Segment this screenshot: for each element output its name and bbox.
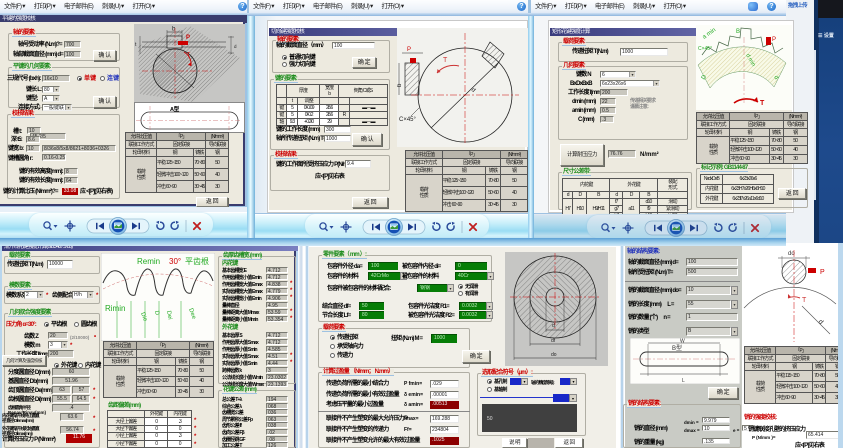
svg-text:B: B xyxy=(736,29,740,35)
svg-text:30°: 30° xyxy=(169,257,181,266)
svg-text:C×45°: C×45° xyxy=(399,117,417,123)
svg-text:W: W xyxy=(680,339,685,345)
svg-text:L: L xyxy=(682,378,685,384)
svg-text:P: P xyxy=(407,47,411,53)
svg-text:Remin: Remin xyxy=(137,257,160,266)
svg-text:T: T xyxy=(443,57,448,64)
svg-text:df: df xyxy=(551,338,556,344)
svg-text:Rimin: Rimin xyxy=(105,304,125,313)
svg-text:d: d xyxy=(552,323,555,329)
svg-text:P: P xyxy=(772,37,776,43)
svg-text:P: P xyxy=(186,35,190,41)
svg-text:平齿根: 平齿根 xyxy=(185,256,209,266)
svg-text:T: T xyxy=(802,297,807,304)
svg-text:T: T xyxy=(760,100,765,107)
svg-text:B型: B型 xyxy=(672,344,682,352)
svg-text:do: do xyxy=(551,352,557,358)
svg-text:P: P xyxy=(820,269,825,276)
svg-text:C×45°: C×45° xyxy=(698,46,712,52)
